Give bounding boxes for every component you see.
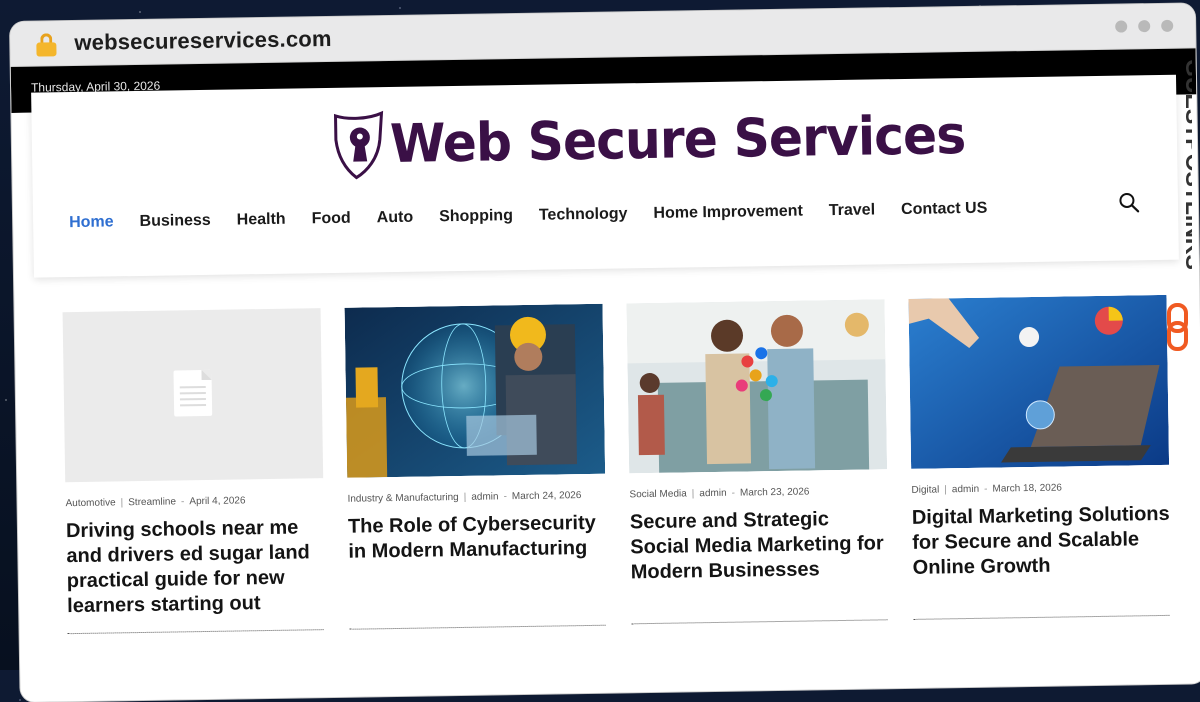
post-title[interactable]: Secure and Strategic Social Media Market… (630, 506, 889, 585)
nav-home[interactable]: Home (69, 213, 114, 232)
logo-text: Web Secure Services (389, 104, 966, 175)
post-date: March 24, 2026 (511, 490, 582, 503)
post-meta: Industry & Manufacturing | admin - March 24,… (347, 490, 582, 505)
post-meta: Digital | admin - March 18, 2026 (911, 482, 1063, 496)
post-grid: Automotive | Streamline - April 4, 2026 Driv… (62, 294, 1172, 635)
link-icon (1167, 303, 1188, 351)
browser-window: websecureservices.com Thursday, April 30… (10, 3, 1200, 702)
post-thumbnail[interactable] (344, 303, 606, 478)
post-thumbnail[interactable] (908, 294, 1170, 469)
post-title[interactable]: Digital Marketing Solutions for Secure a… (912, 502, 1171, 581)
post-author[interactable]: Streamline (128, 496, 176, 508)
divider (631, 619, 888, 625)
divider (349, 624, 606, 630)
post-thumbnail[interactable] (62, 308, 324, 483)
post-author[interactable]: admin (471, 491, 498, 502)
nav-auto[interactable]: Auto (377, 209, 414, 228)
nav-travel[interactable]: Travel (829, 201, 876, 220)
post-title[interactable]: Driving schools near me and drivers ed s… (66, 515, 326, 619)
post-category[interactable]: Industry & Manufacturing (347, 492, 458, 505)
post-category[interactable]: Digital (911, 484, 939, 495)
search-icon[interactable] (1118, 191, 1140, 213)
nav-technology[interactable]: Technology (539, 205, 628, 224)
page-body: Web Secure Services Home Business Health… (11, 74, 1200, 702)
post-card[interactable]: Industry & Manufacturing | admin - March 24,… (344, 303, 608, 630)
post-card[interactable]: Social Media | admin - March 23, 2026 Secure… (626, 299, 889, 625)
main-nav: Home Business Health Food Auto Shopping … (69, 199, 1013, 232)
post-category[interactable]: Social Media (629, 488, 686, 500)
window-dot-icon[interactable] (1138, 20, 1151, 33)
nav-business[interactable]: Business (139, 212, 210, 231)
post-title[interactable]: The Role of Cybersecurity in Modern Manu… (348, 511, 607, 565)
nav-contact-us[interactable]: Contact US (901, 200, 988, 219)
window-controls (1115, 19, 1174, 33)
post-author[interactable]: admin (952, 484, 979, 495)
social-media-image (626, 299, 888, 474)
divider (67, 629, 324, 635)
post-card[interactable]: Digital | admin - March 18, 2026 Digital Mar… (908, 294, 1171, 621)
post-date: March 18, 2026 (992, 482, 1063, 495)
digital-marketing-image (908, 294, 1170, 469)
post-date: April 4, 2026 (189, 495, 246, 508)
window-dot-icon[interactable] (1115, 20, 1128, 33)
post-thumbnail[interactable] (626, 299, 888, 474)
post-meta: Social Media | admin - March 23, 2026 (629, 486, 810, 501)
nav-food[interactable]: Food (311, 210, 350, 229)
post-author[interactable]: admin (699, 488, 726, 499)
post-category[interactable]: Automotive (65, 497, 115, 509)
guestpostlinks-badge: GUESTPOSTLINKS (1167, 59, 1192, 351)
site-header: Web Secure Services Home Business Health… (31, 74, 1179, 278)
keyhole-shield-icon (333, 110, 384, 180)
nav-home-improvement[interactable]: Home Improvement (653, 203, 803, 223)
cybersecurity-image (344, 303, 606, 478)
url-text[interactable]: websecureservices.com (74, 26, 332, 56)
post-card[interactable]: Automotive | Streamline - April 4, 2026 Driv… (62, 308, 326, 635)
nav-health[interactable]: Health (237, 211, 286, 230)
badge-text: GUESTPOSTLINKS (1181, 59, 1192, 270)
document-placeholder-icon (173, 369, 213, 417)
window-dot-icon[interactable] (1161, 19, 1174, 32)
site-logo[interactable]: Web Secure Services (329, 100, 996, 180)
nav-shopping[interactable]: Shopping (439, 207, 513, 226)
post-date: March 23, 2026 (739, 486, 810, 499)
post-meta: Automotive | Streamline - April 4, 2026 (65, 495, 246, 510)
lock-icon (36, 33, 57, 57)
divider (913, 614, 1170, 620)
